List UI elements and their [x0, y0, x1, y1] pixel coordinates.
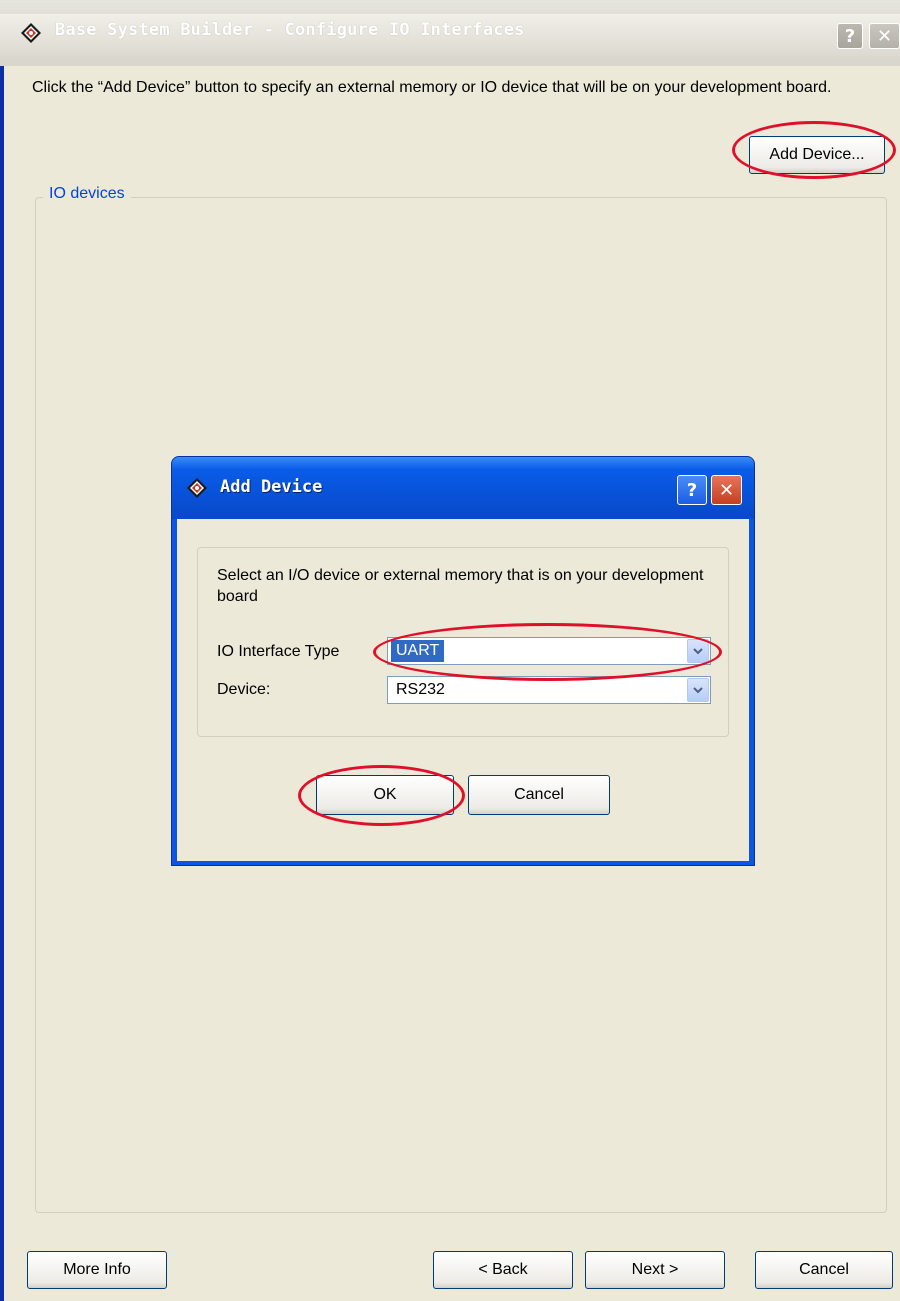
- more-info-button-label: More Info: [63, 1261, 131, 1278]
- dialog-cancel-button-label: Cancel: [514, 786, 564, 803]
- next-button[interactable]: Next >: [585, 1251, 725, 1289]
- dialog-prompt: Select an I/O device or external memory …: [217, 567, 704, 605]
- dialog-cancel-button[interactable]: Cancel: [468, 775, 610, 815]
- cancel-button[interactable]: Cancel: [755, 1251, 893, 1289]
- instruction-text: Click the “Add Device” button to specify…: [32, 79, 832, 96]
- annotation-circle-ok: [298, 765, 465, 826]
- annotation-circle-add-device: [732, 121, 896, 179]
- app-icon: [21, 23, 41, 43]
- help-icon[interactable]: ?: [837, 23, 863, 49]
- back-button[interactable]: < Back: [433, 1251, 573, 1289]
- more-info-button[interactable]: More Info: [27, 1251, 167, 1289]
- annotation-circle-interface-type: [373, 623, 722, 681]
- close-icon[interactable]: ✕: [869, 23, 900, 49]
- dialog-close-icon[interactable]: ✕: [711, 475, 742, 505]
- dialog-app-icon: [187, 478, 207, 498]
- window-title: Base System Builder - Configure IO Inter…: [55, 20, 525, 40]
- device-value: RS232: [396, 681, 445, 698]
- dialog-title: Add Device: [220, 477, 323, 497]
- back-button-label: < Back: [478, 1261, 528, 1278]
- dialog-help-icon[interactable]: ?: [677, 475, 707, 505]
- io-interface-type-label: IO Interface Type: [217, 643, 340, 660]
- io-devices-group-label: IO devices: [43, 185, 131, 203]
- dropdown-arrow-icon[interactable]: [687, 678, 709, 702]
- device-label: Device:: [217, 681, 271, 698]
- next-button-label: Next >: [631, 1261, 679, 1278]
- cancel-button-label: Cancel: [799, 1261, 849, 1278]
